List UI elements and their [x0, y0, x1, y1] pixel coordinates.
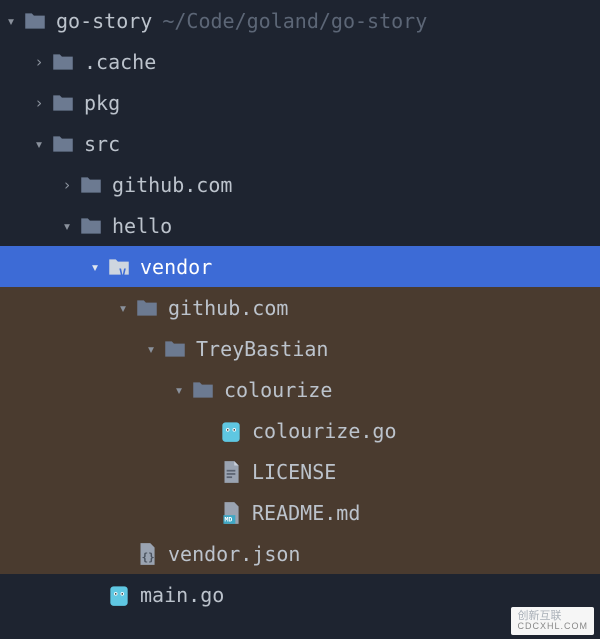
folder-icon: [162, 336, 188, 362]
chevron-right-icon: ›: [28, 94, 50, 112]
chevron-down-icon: ▾: [56, 217, 78, 235]
row-label: TreyBastian: [196, 337, 328, 361]
row-label: pkg: [84, 91, 120, 115]
tree-row-license[interactable]: LICENSE: [0, 451, 600, 492]
folder-icon: [190, 377, 216, 403]
go-file-icon: [218, 418, 244, 444]
chevron-down-icon: ▾: [84, 258, 106, 276]
tree-row-pkg[interactable]: › pkg: [0, 82, 600, 123]
folder-vendor-icon: V: [106, 254, 132, 280]
watermark: 创新互联 CDCXHL.COM: [511, 607, 594, 635]
row-label: go-story: [56, 9, 152, 33]
chevron-down-icon: ▾: [168, 381, 190, 399]
tree-row-root[interactable]: ▾ go-story ~/Code/goland/go-story: [0, 0, 600, 41]
chevron-down-icon: ▾: [28, 135, 50, 153]
row-label: vendor.json: [168, 542, 300, 566]
tree-row-readme[interactable]: MD README.md: [0, 492, 600, 533]
svg-text:V: V: [119, 265, 126, 279]
tree-row-main-go[interactable]: main.go: [0, 574, 600, 615]
tree-row-src[interactable]: ▾ src: [0, 123, 600, 164]
chevron-right-icon: ›: [28, 53, 50, 71]
row-label: vendor: [140, 255, 212, 279]
row-label: hello: [112, 214, 172, 238]
row-label: src: [84, 132, 120, 156]
folder-icon: [50, 49, 76, 75]
chevron-right-icon: ›: [56, 176, 78, 194]
row-label: colourize.go: [252, 419, 397, 443]
project-tree: ▾ go-story ~/Code/goland/go-story › .cac…: [0, 0, 600, 615]
folder-icon: [78, 213, 104, 239]
row-label: main.go: [140, 583, 224, 607]
tree-row-colourize-go[interactable]: colourize.go: [0, 410, 600, 451]
chevron-down-icon: ▾: [0, 12, 22, 30]
chevron-down-icon: ▾: [140, 340, 162, 358]
folder-icon: [50, 131, 76, 157]
tree-row-trey[interactable]: ▾ TreyBastian: [0, 328, 600, 369]
row-label: colourize: [224, 378, 332, 402]
folder-icon: [50, 90, 76, 116]
chevron-down-icon: ▾: [112, 299, 134, 317]
tree-row-cache[interactable]: › .cache: [0, 41, 600, 82]
text-file-icon: [218, 459, 244, 485]
folder-icon: [134, 295, 160, 321]
go-file-icon: [106, 582, 132, 608]
markdown-file-icon: MD: [218, 500, 244, 526]
svg-text:MD: MD: [225, 515, 233, 523]
tree-row-github-src[interactable]: › github.com: [0, 164, 600, 205]
project-path: ~/Code/goland/go-story: [162, 9, 427, 33]
row-label: .cache: [84, 50, 156, 74]
tree-row-github-vendor[interactable]: ▾ github.com: [0, 287, 600, 328]
tree-row-vendor-json[interactable]: {} vendor.json: [0, 533, 600, 574]
watermark-sub: CDCXHL.COM: [517, 622, 588, 632]
tree-row-vendor[interactable]: ▾ V vendor: [0, 246, 600, 287]
folder-icon: [22, 8, 48, 34]
tree-row-colourize[interactable]: ▾ colourize: [0, 369, 600, 410]
row-label: README.md: [252, 501, 360, 525]
tree-row-hello[interactable]: ▾ hello: [0, 205, 600, 246]
row-label: github.com: [112, 173, 232, 197]
folder-icon: [78, 172, 104, 198]
row-label: LICENSE: [252, 460, 336, 484]
json-file-icon: {}: [134, 541, 160, 567]
svg-text:{}: {}: [142, 550, 155, 563]
row-label: github.com: [168, 296, 288, 320]
